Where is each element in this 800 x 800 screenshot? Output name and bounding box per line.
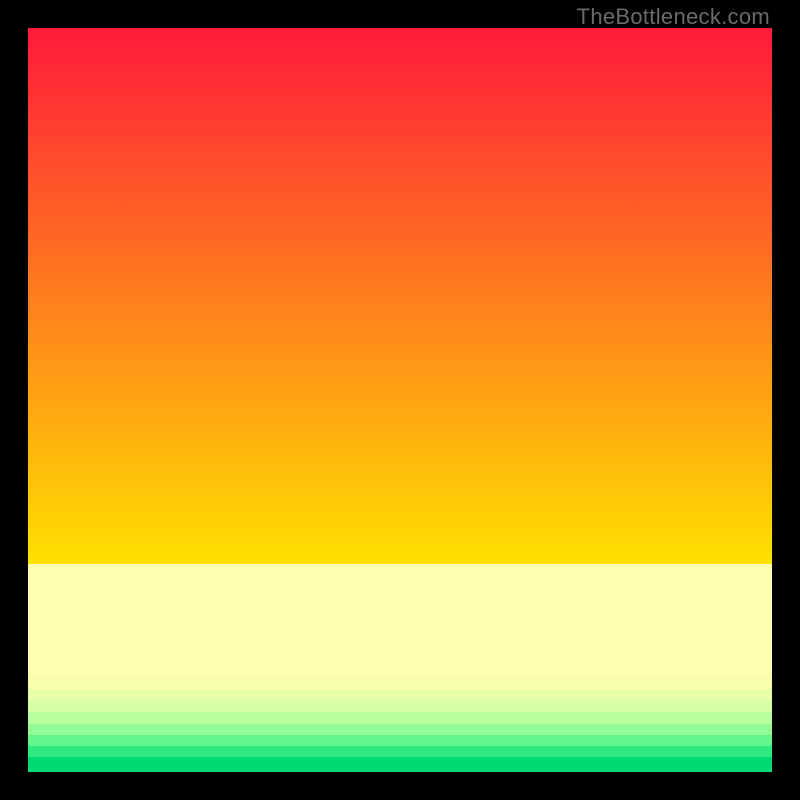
gradient-band [28,712,772,723]
watermark-text: TheBottleneck.com [577,4,770,30]
gradient-band [28,701,772,712]
gradient-band [28,735,772,746]
gradient-band [28,690,772,701]
gradient-band [28,757,772,772]
gradient-band [28,675,772,690]
chart-frame: TheBottleneck.com [0,0,800,800]
gradient-band [28,746,772,757]
gradient-band [28,724,772,735]
gradient-band [28,564,772,676]
background-gradient [28,28,772,772]
gradient-band [28,28,772,564]
plot-area [28,28,772,772]
